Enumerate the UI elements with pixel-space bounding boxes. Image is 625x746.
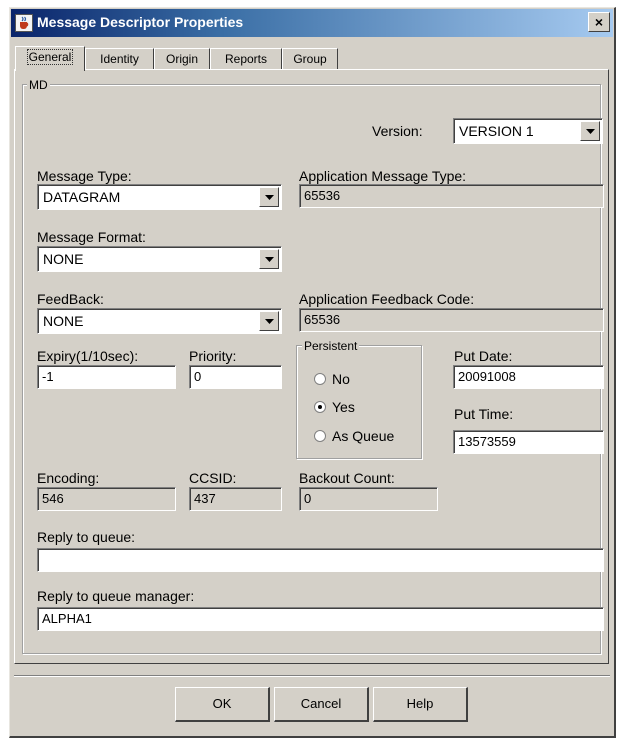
expiry-label: Expiry(1/10sec): bbox=[37, 348, 139, 364]
message-format-select[interactable]: NONE bbox=[37, 246, 282, 272]
reply-to-queue-input[interactable] bbox=[37, 548, 604, 572]
chevron-down-icon[interactable] bbox=[580, 121, 600, 141]
message-format-value: NONE bbox=[43, 251, 84, 267]
backout-count-label: Backout Count: bbox=[299, 470, 395, 486]
radio-label: As Queue bbox=[332, 428, 395, 444]
close-icon[interactable]: × bbox=[588, 12, 610, 32]
encoding-label: Encoding: bbox=[37, 470, 100, 486]
message-type-select[interactable]: DATAGRAM bbox=[37, 184, 282, 210]
reply-to-queue-manager-input[interactable]: ALPHA1 bbox=[37, 607, 604, 631]
ccsid-field[interactable]: 437 bbox=[189, 487, 282, 511]
tab-label: Identity bbox=[100, 52, 139, 66]
persistent-option-as-queue[interactable]: As Queue bbox=[314, 428, 394, 444]
md-group-label: MD bbox=[27, 78, 50, 92]
feedback-select[interactable]: NONE bbox=[37, 308, 282, 334]
radio-button[interactable] bbox=[314, 373, 326, 385]
dialog-title: Message Descriptor Properties bbox=[37, 14, 244, 30]
backout-count-field[interactable]: 0 bbox=[299, 487, 438, 511]
java-cup-icon bbox=[15, 14, 33, 32]
radio-label: No bbox=[332, 371, 350, 387]
button-separator bbox=[14, 675, 610, 677]
message-type-value: DATAGRAM bbox=[43, 189, 121, 205]
tab-group[interactable]: Group bbox=[282, 48, 338, 70]
message-format-label: Message Format: bbox=[37, 229, 146, 245]
ccsid-label: CCSID: bbox=[189, 470, 237, 486]
app-feedback-code-field[interactable]: 65536 bbox=[299, 308, 604, 332]
tab-label: Reports bbox=[224, 52, 268, 66]
help-button[interactable]: Help bbox=[373, 687, 468, 722]
persistent-group-label: Persistent bbox=[302, 339, 360, 353]
version-select[interactable]: VERSION 1 bbox=[453, 118, 603, 144]
feedback-value: NONE bbox=[43, 313, 84, 329]
put-time-input[interactable]: 13573559 bbox=[453, 430, 604, 454]
tab-origin[interactable]: Origin bbox=[154, 48, 210, 70]
version-value: VERSION 1 bbox=[459, 123, 534, 139]
radio-button-checked[interactable] bbox=[314, 401, 326, 413]
app-message-type-field[interactable]: 65536 bbox=[299, 184, 604, 208]
expiry-input[interactable]: -1 bbox=[37, 365, 176, 389]
chevron-down-icon[interactable] bbox=[259, 187, 279, 207]
tab-general[interactable]: General bbox=[15, 46, 85, 71]
persistent-option-no[interactable]: No bbox=[314, 371, 350, 387]
tab-label: Group bbox=[293, 52, 327, 66]
title-bar[interactable]: Message Descriptor Properties × bbox=[11, 9, 613, 37]
priority-input[interactable]: 0 bbox=[189, 365, 282, 389]
put-date-label: Put Date: bbox=[454, 348, 513, 364]
put-date-input[interactable]: 20091008 bbox=[453, 365, 604, 389]
tab-label: Origin bbox=[165, 52, 198, 66]
cancel-button[interactable]: Cancel bbox=[274, 687, 369, 722]
priority-label: Priority: bbox=[189, 348, 237, 364]
ok-button[interactable]: OK bbox=[175, 687, 270, 722]
reply-to-queue-label: Reply to queue: bbox=[37, 529, 136, 545]
version-label: Version: bbox=[372, 123, 423, 139]
radio-button[interactable] bbox=[314, 430, 326, 442]
chevron-down-icon[interactable] bbox=[259, 249, 279, 269]
put-time-label: Put Time: bbox=[454, 406, 514, 422]
persistent-option-yes[interactable]: Yes bbox=[314, 399, 355, 415]
chevron-down-icon[interactable] bbox=[259, 311, 279, 331]
encoding-field[interactable]: 546 bbox=[37, 487, 176, 511]
app-feedback-code-label: Application Feedback Code: bbox=[299, 291, 475, 307]
feedback-label: FeedBack: bbox=[37, 291, 104, 307]
message-descriptor-dialog: Message Descriptor Properties × General … bbox=[9, 7, 616, 738]
tab-identity[interactable]: Identity bbox=[85, 48, 154, 70]
reply-to-queue-manager-label: Reply to queue manager: bbox=[37, 588, 195, 604]
tab-label: General bbox=[26, 49, 74, 65]
app-message-type-label: Application Message Type: bbox=[299, 168, 467, 184]
radio-label: Yes bbox=[332, 399, 355, 415]
message-type-label: Message Type: bbox=[37, 168, 132, 184]
tab-reports[interactable]: Reports bbox=[210, 48, 282, 70]
